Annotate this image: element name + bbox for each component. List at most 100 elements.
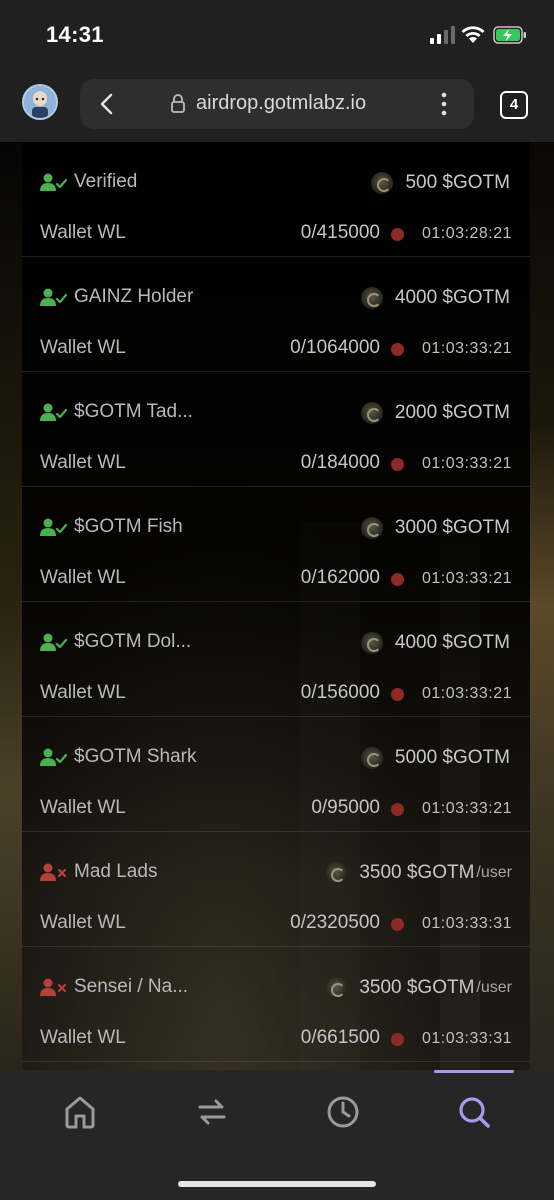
row-role: $GOTM Fish bbox=[40, 515, 183, 539]
user-x-icon bbox=[40, 978, 67, 996]
row-role: $GOTM Tad... bbox=[40, 400, 193, 424]
profile-avatar[interactable] bbox=[22, 84, 58, 120]
countdown-timer: 01:03:33:21 bbox=[421, 800, 512, 817]
user-check-icon bbox=[40, 518, 68, 536]
gotm-coin-icon bbox=[360, 402, 383, 424]
claimed-count: 0/156000 bbox=[300, 682, 380, 703]
status-dot bbox=[391, 458, 404, 471]
user-check-icon bbox=[40, 403, 68, 421]
wifi-icon bbox=[461, 26, 485, 43]
status-dot bbox=[391, 688, 404, 701]
role-label: Verified bbox=[74, 171, 138, 192]
role-label: Sensei / Na... bbox=[74, 976, 189, 997]
countdown-timer: 01:03:33:21 bbox=[421, 685, 512, 702]
reward-amount: 3500 $GOTM bbox=[359, 862, 475, 883]
role-label: $GOTM Shark bbox=[74, 746, 197, 767]
airdrop-list[interactable]: Verified 500 $GOTM Wallet WL 0/415000 01:03:… bbox=[0, 142, 554, 1070]
reward-amount: 5000 $GOTM bbox=[394, 747, 510, 768]
reward: 3000 $GOTM bbox=[360, 515, 512, 541]
countdown-timer: 01:03:33:21 bbox=[421, 570, 512, 587]
countdown-timer: 01:03:33:21 bbox=[421, 340, 512, 357]
status-dot bbox=[391, 803, 404, 816]
wallet-list-label: Wallet WL bbox=[40, 682, 126, 703]
reward: 2000 $GOTM bbox=[360, 400, 512, 426]
bottom-navigation bbox=[0, 1070, 554, 1200]
gotm-coin-icon bbox=[371, 172, 394, 194]
back-arrow-icon[interactable] bbox=[96, 92, 118, 116]
battery-charging-icon bbox=[493, 26, 526, 44]
wallet-list-label: Wallet WL bbox=[40, 1027, 126, 1048]
browser-toolbar: airdrop.gotmlabz.io 4 bbox=[0, 70, 554, 142]
tab-switcher-button[interactable]: 4 bbox=[500, 91, 528, 119]
row-role: $GOTM Dol... bbox=[40, 630, 191, 654]
gotm-coin-icon bbox=[360, 632, 383, 654]
status-time: 14:31 bbox=[46, 22, 104, 47]
row-role: Sensei / Na... bbox=[40, 975, 188, 999]
wallet-list-label: Wallet WL bbox=[40, 912, 126, 933]
search-icon[interactable] bbox=[454, 1092, 494, 1132]
user-x-icon bbox=[40, 863, 67, 881]
user-check-icon bbox=[40, 173, 68, 191]
url-text[interactable]: airdrop.gotmlabz.io bbox=[196, 92, 366, 115]
address-bar[interactable]: airdrop.gotmlabz.io bbox=[80, 79, 474, 129]
claimed-count: 0/1064000 bbox=[290, 337, 380, 358]
avatar-image bbox=[32, 91, 48, 118]
gotm-coin-icon bbox=[360, 517, 383, 539]
reward-amount: 3500 $GOTM bbox=[359, 977, 475, 998]
countdown-timer: 01:03:33:31 bbox=[421, 1030, 512, 1047]
claimed-count: 0/2320500 bbox=[290, 912, 380, 933]
cellular-signal-icon bbox=[430, 26, 455, 44]
countdown-timer: 01:03:33:31 bbox=[421, 915, 512, 932]
user-check-icon bbox=[40, 748, 68, 766]
reward-suffix: /user bbox=[476, 979, 512, 996]
row-role: GAINZ Holder bbox=[40, 285, 193, 309]
wallet-list-label: Wallet WL bbox=[40, 337, 126, 358]
swap-icon[interactable] bbox=[192, 1092, 232, 1132]
role-label: GAINZ Holder bbox=[74, 286, 194, 307]
reward: 5000 $GOTM bbox=[360, 745, 512, 771]
gotm-coin-icon bbox=[325, 862, 348, 884]
airdrop-row[interactable]: $GOTM Fish 3000 $GOTM Wallet WL 0/162000 01:… bbox=[22, 487, 530, 602]
role-label: Mad Lads bbox=[74, 861, 158, 882]
reward: 4000 $GOTM bbox=[360, 285, 512, 311]
home-indicator-bar bbox=[178, 1181, 376, 1187]
more-options-icon[interactable] bbox=[440, 91, 448, 117]
wallet-list-label: Wallet WL bbox=[40, 452, 126, 473]
airdrop-row[interactable]: Sensei / Na... 3500 $GOTM/user Wallet WL 0/… bbox=[22, 947, 530, 1062]
role-label: $GOTM Tad... bbox=[74, 401, 193, 422]
clock-icon[interactable] bbox=[323, 1092, 363, 1132]
reward-amount: 500 $GOTM bbox=[405, 172, 510, 193]
row-role: Mad Lads bbox=[40, 860, 157, 884]
lock-icon bbox=[171, 94, 185, 113]
claimed-count: 0/95000 bbox=[311, 797, 380, 818]
role-label: $GOTM Fish bbox=[74, 516, 183, 537]
airdrop-row[interactable]: Verified 500 $GOTM Wallet WL 0/415000 01:03:… bbox=[22, 142, 530, 257]
reward: 3500 $GOTM/user bbox=[325, 975, 512, 1001]
role-label: $GOTM Dol... bbox=[74, 631, 192, 652]
wallet-list-label: Wallet WL bbox=[40, 222, 126, 243]
status-dot bbox=[391, 573, 404, 586]
countdown-timer: 01:03:33:21 bbox=[421, 455, 512, 472]
countdown-timer: 01:03:28:21 bbox=[421, 225, 512, 242]
background-image-left bbox=[0, 142, 22, 1070]
airdrop-row[interactable]: $GOTM Tad... 2000 $GOTM Wallet WL 0/184000 0… bbox=[22, 372, 530, 487]
reward-amount: 4000 $GOTM bbox=[394, 287, 510, 308]
airdrop-row[interactable]: Mad Lads 3500 $GOTM/user Wallet WL 0/232050… bbox=[22, 832, 530, 947]
airdrop-row[interactable]: $GOTM Shark 5000 $GOTM Wallet WL 0/95000 01:… bbox=[22, 717, 530, 832]
airdrop-row[interactable]: $GOTM Dol... 4000 $GOTM Wallet WL 0/156000 0… bbox=[22, 602, 530, 717]
background-image-right bbox=[530, 142, 554, 1070]
row-role: Verified bbox=[40, 170, 137, 194]
reward-amount: 2000 $GOTM bbox=[394, 402, 510, 423]
airdrop-row[interactable]: GAINZ Holder 4000 $GOTM Wallet WL 0/1064000… bbox=[22, 257, 530, 372]
reward-amount: 3000 $GOTM bbox=[394, 517, 510, 538]
reward: 500 $GOTM bbox=[371, 170, 512, 196]
home-icon[interactable] bbox=[60, 1092, 100, 1132]
user-check-icon bbox=[40, 288, 68, 306]
status-bar: 14:31 bbox=[0, 0, 554, 70]
gotm-coin-icon bbox=[325, 977, 348, 999]
claimed-count: 0/184000 bbox=[300, 452, 380, 473]
status-dot bbox=[391, 228, 404, 241]
status-dot bbox=[391, 343, 404, 356]
reward: 3500 $GOTM/user bbox=[325, 860, 512, 886]
row-role: $GOTM Shark bbox=[40, 745, 196, 769]
